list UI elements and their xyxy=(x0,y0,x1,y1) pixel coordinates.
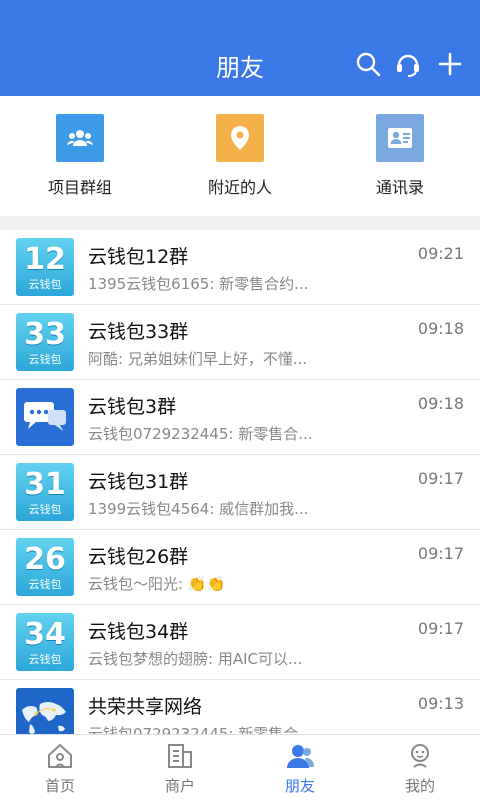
chat-time: 09:13 xyxy=(417,694,464,713)
avatar-label: 云钱包 xyxy=(28,353,62,366)
shortcut-label: 项目群组 xyxy=(47,178,112,197)
shortcut-contacts[interactable]: 通讯录 xyxy=(320,114,480,198)
tab-label: 我的 xyxy=(404,777,435,795)
chat-row[interactable]: 共荣共享网络 09:13 云钱包0729232445: 新零售合... xyxy=(0,680,480,734)
home-icon xyxy=(0,741,120,771)
avatar-number: 31 xyxy=(24,467,66,502)
friends-icon xyxy=(240,741,360,771)
chat-preview: 云钱包梦想的翅膀: 用AIC可以... xyxy=(88,650,303,668)
chat-row[interactable]: 31 云钱包 云钱包31群 09:17 1399云钱包4564: 威信群加我..… xyxy=(0,455,480,530)
group-avatar: 34 云钱包 xyxy=(16,613,74,671)
avatar-label: 云钱包 xyxy=(28,578,62,591)
chat-preview: 云钱包0729232445: 新零售合... xyxy=(88,725,313,734)
avatar-number: 34 xyxy=(24,617,66,652)
chat-row[interactable]: 34 云钱包 云钱包34群 09:17 云钱包梦想的翅膀: 用AIC可以... xyxy=(0,605,480,680)
shortcut-project-groups[interactable]: 项目群组 xyxy=(0,114,160,198)
chat-name: 共荣共享网络 xyxy=(88,696,203,718)
section-divider xyxy=(0,216,480,230)
tab-friends[interactable]: 朋友 xyxy=(240,741,360,796)
world-map-icon xyxy=(16,688,74,734)
tab-home[interactable]: 首页 xyxy=(0,741,120,796)
chat-preview: 云钱包～阳光: 👏👏 xyxy=(88,575,226,593)
chat-row[interactable]: 26 云钱包 云钱包26群 09:17 云钱包～阳光: 👏👏 xyxy=(0,530,480,605)
tab-merchant[interactable]: 商户 xyxy=(120,741,240,796)
chat-preview: 云钱包0729232445: 新零售合... xyxy=(88,425,313,443)
chat-name: 云钱包33群 xyxy=(88,321,189,343)
tab-profile[interactable]: 我的 xyxy=(360,741,480,796)
chat-name: 云钱包34群 xyxy=(88,621,189,643)
chat-bubbles-icon xyxy=(16,388,74,446)
app-header: 朋友 xyxy=(0,0,480,96)
tab-label: 首页 xyxy=(44,777,75,795)
tab-label: 商户 xyxy=(164,777,195,795)
chat-name: 云钱包3群 xyxy=(88,396,177,418)
bottom-tab-bar: 首页 商户 朋友 我的 xyxy=(0,734,480,800)
shortcut-label: 附近的人 xyxy=(207,178,272,197)
tab-label: 朋友 xyxy=(284,777,315,795)
customer-service-icon[interactable] xyxy=(394,50,422,78)
chat-row[interactable]: 云钱包3群 09:18 云钱包0729232445: 新零售合... xyxy=(0,380,480,455)
chat-time: 09:17 xyxy=(417,619,464,638)
avatar-number: 26 xyxy=(24,542,66,577)
shortcut-panel: 项目群组 附近的人 通讯录 xyxy=(0,96,480,216)
group-avatar: 12 云钱包 xyxy=(16,238,74,296)
chat-time: 09:18 xyxy=(417,394,464,413)
shortcut-label: 通讯录 xyxy=(375,178,424,197)
chat-row[interactable]: 33 云钱包 云钱包33群 09:18 阿酷: 兄弟姐妹们早上好，不懂... xyxy=(0,305,480,380)
location-pin-icon xyxy=(216,114,264,162)
chat-preview: 阿酷: 兄弟姐妹们早上好，不懂... xyxy=(88,350,308,368)
chat-row[interactable]: 12 云钱包 云钱包12群 09:21 1395云钱包6165: 新零售合约..… xyxy=(0,230,480,305)
group-avatar: 26 云钱包 xyxy=(16,538,74,596)
group-avatar: 33 云钱包 xyxy=(16,313,74,371)
avatar-number: 33 xyxy=(24,317,66,352)
chat-preview: 1399云钱包4564: 威信群加我... xyxy=(88,500,309,518)
group-icon xyxy=(56,114,104,162)
chat-name: 云钱包12群 xyxy=(88,246,189,268)
avatar-label: 云钱包 xyxy=(28,653,62,666)
chat-name: 云钱包26群 xyxy=(88,546,189,568)
avatar-label: 云钱包 xyxy=(28,278,62,291)
chat-time: 09:18 xyxy=(417,319,464,338)
merchant-icon xyxy=(120,741,240,771)
shortcut-nearby-people[interactable]: 附近的人 xyxy=(160,114,320,198)
contacts-card-icon xyxy=(376,114,424,162)
search-icon[interactable] xyxy=(354,50,382,78)
profile-icon xyxy=(360,741,480,771)
chat-time: 09:21 xyxy=(417,244,464,263)
chat-list[interactable]: 12 云钱包 云钱包12群 09:21 1395云钱包6165: 新零售合约..… xyxy=(0,230,480,734)
chat-time: 09:17 xyxy=(417,544,464,563)
add-icon[interactable] xyxy=(436,50,464,78)
avatar-label: 云钱包 xyxy=(28,503,62,516)
chat-preview: 1395云钱包6165: 新零售合约... xyxy=(88,275,309,293)
chat-name: 云钱包31群 xyxy=(88,471,189,493)
avatar-number: 12 xyxy=(24,242,66,277)
chat-time: 09:17 xyxy=(417,469,464,488)
group-avatar: 31 云钱包 xyxy=(16,463,74,521)
